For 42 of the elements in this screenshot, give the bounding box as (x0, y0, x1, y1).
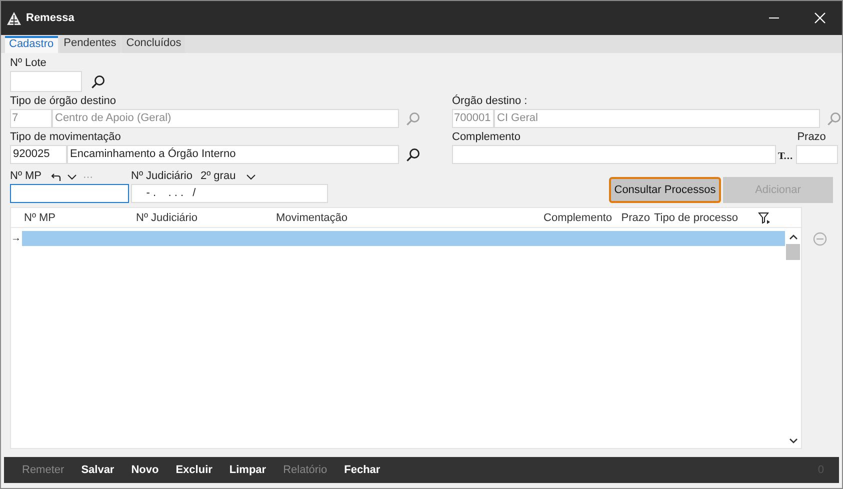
footer-button[interactable]: Limpar (229, 464, 266, 476)
field-label: Tipo de órgão destino (10, 95, 117, 108)
chevron-down-icon[interactable] (246, 174, 256, 180)
field-label: Órgão destino : (452, 95, 528, 108)
column-header[interactable]: Complemento (480, 212, 616, 224)
column-header[interactable]: Nº Judiciário (136, 212, 276, 224)
footer-button[interactable]: Fechar (344, 464, 380, 476)
column-header[interactable]: Prazo (616, 212, 654, 224)
field-label: Prazo (797, 131, 826, 144)
filter-icon[interactable] (758, 212, 770, 224)
field-label: Nº Lote (10, 57, 48, 70)
footer-button[interactable]: Excluir (176, 464, 212, 476)
scroll-down-icon (788, 438, 798, 444)
footer-button[interactable]: Novo (131, 464, 159, 476)
scroll-up-icon (788, 234, 798, 240)
field-label: Complemento (452, 131, 520, 144)
row-indicator: → (11, 232, 22, 246)
more-button[interactable]: T... (778, 152, 793, 162)
tab[interactable]: Pendentes (60, 36, 120, 53)
input-field[interactable]: - . . . . / (131, 184, 328, 203)
footer-button[interactable]: Salvar (81, 464, 114, 476)
scroll-thumb[interactable] (786, 244, 800, 260)
column-header[interactable]: Movimentação (276, 212, 480, 224)
window-title: Remessa (26, 12, 74, 24)
column-header[interactable]: Tipo de processo (654, 212, 756, 224)
action-button[interactable]: Consultar Processos (609, 177, 721, 203)
search-icon[interactable] (91, 74, 105, 88)
close-icon[interactable] (814, 12, 826, 24)
field-label: Nº MP (10, 170, 43, 183)
undo-arrow-icon[interactable] (50, 172, 61, 182)
field-label: 2º grau (200, 170, 236, 183)
input-field[interactable]: 920025 (10, 145, 67, 164)
field-label: Nº Judiciário (131, 170, 192, 183)
search-icon[interactable] (406, 148, 420, 162)
input-field[interactable]: Encaminhamento a Órgão Interno (67, 145, 399, 164)
column-header[interactable]: Nº MP (24, 212, 136, 224)
input-field[interactable] (10, 184, 129, 203)
tab[interactable]: Cadastro (5, 36, 58, 53)
chevron-down-icon[interactable] (67, 174, 77, 180)
tab[interactable]: Concluídos (122, 36, 186, 53)
field-label: Tipo de movimentação (10, 131, 122, 144)
logo-icon (7, 12, 21, 24)
